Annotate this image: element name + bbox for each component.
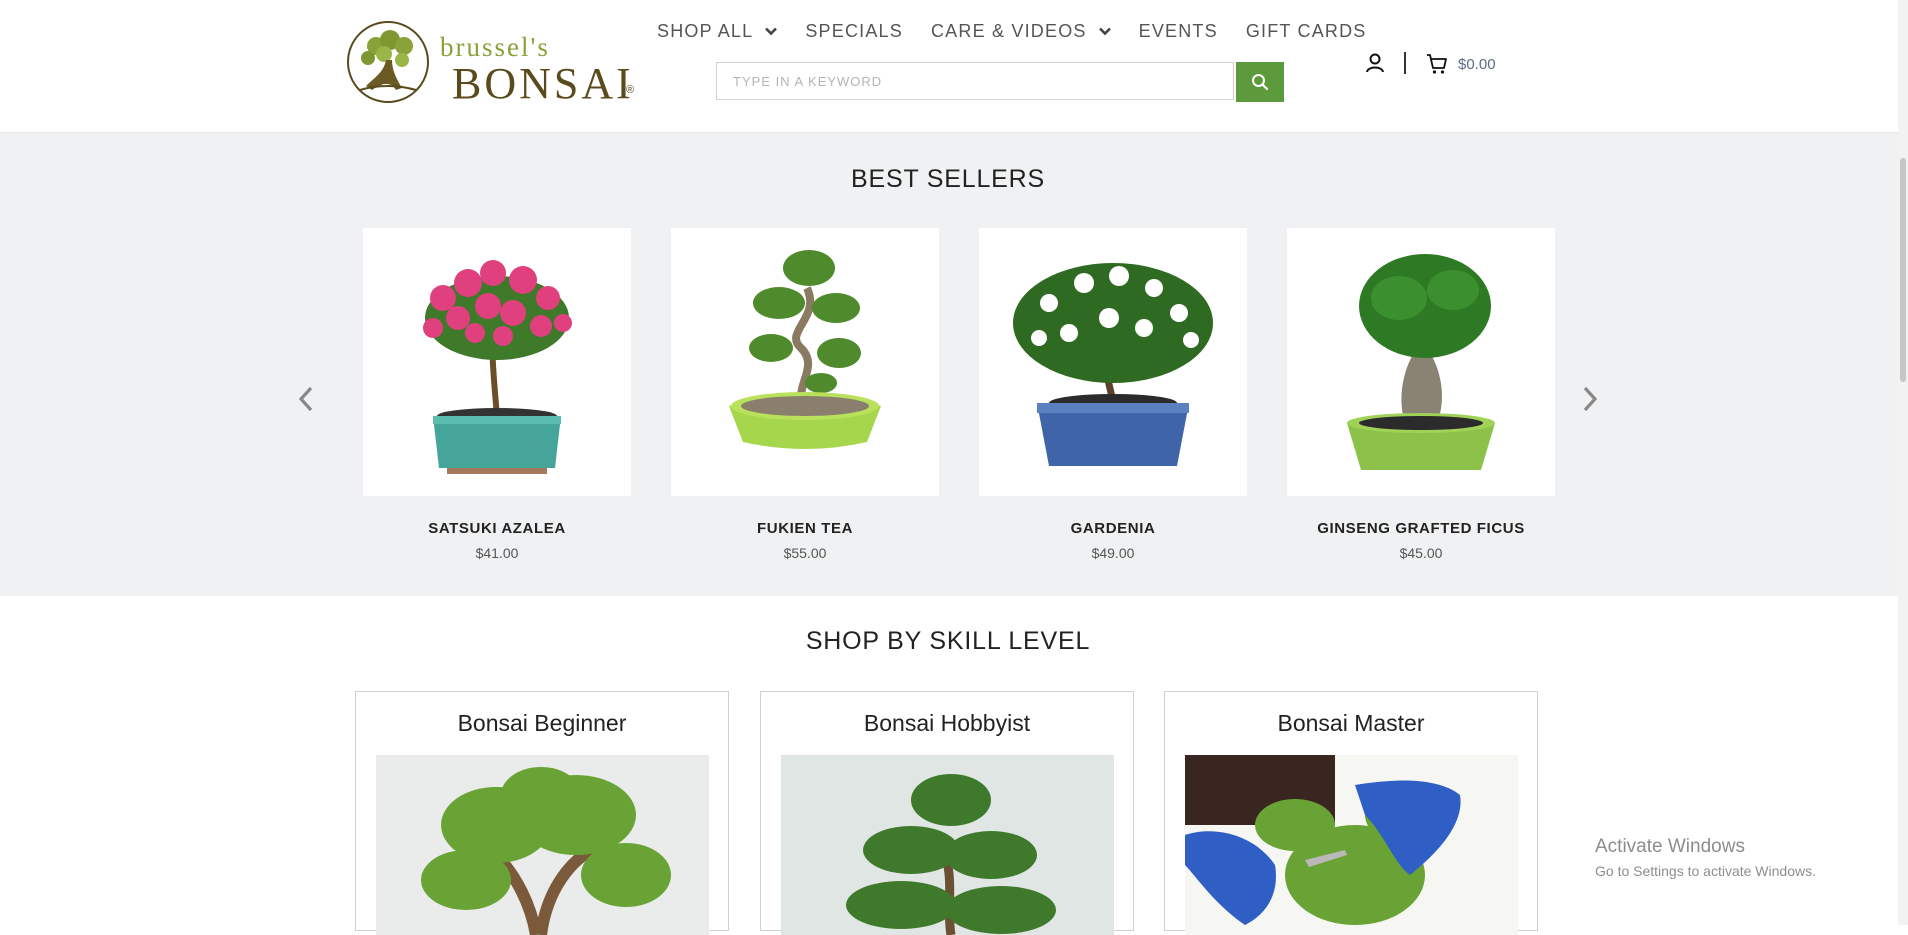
product-name[interactable]: SATSUKI AZALEA bbox=[363, 520, 631, 537]
site-header: brussel's BONSAI ® SHOP ALL SPECIALS CAR… bbox=[0, 0, 1898, 133]
nav-gift-cards[interactable]: GIFT CARDS bbox=[1246, 21, 1367, 42]
page-scrollbar[interactable] bbox=[1898, 0, 1908, 925]
carousel-prev-button[interactable] bbox=[292, 377, 320, 421]
nav-events-label: EVENTS bbox=[1138, 20, 1218, 41]
skill-card-hobbyist[interactable]: Bonsai Hobbyist bbox=[760, 691, 1134, 935]
product-card[interactable]: GARDENIA $49.00 bbox=[979, 228, 1247, 561]
nav-specials[interactable]: SPECIALS bbox=[805, 21, 903, 42]
product-image-satsuki-azalea[interactable] bbox=[363, 228, 631, 496]
skill-card-beginner[interactable]: Bonsai Beginner bbox=[355, 691, 729, 935]
best-sellers-section: BEST SELLERS SATSUKI AZALEA $41.00 FUKIE… bbox=[0, 133, 1898, 596]
nav-care-videos-label: CARE & VIDEOS bbox=[930, 20, 1087, 41]
watermark-subtitle: Go to Settings to activate Windows. bbox=[1595, 863, 1816, 879]
bonsai-tree-logo-icon bbox=[347, 21, 429, 103]
search-input[interactable] bbox=[716, 62, 1234, 100]
search-button[interactable] bbox=[1236, 62, 1284, 102]
carousel-next-button[interactable] bbox=[1576, 377, 1604, 421]
nav-care-videos[interactable]: CARE & VIDEOS bbox=[931, 21, 1111, 42]
skill-image-beginner[interactable] bbox=[376, 755, 709, 935]
nav-events[interactable]: EVENTS bbox=[1139, 21, 1218, 42]
search-bar bbox=[716, 62, 1285, 102]
product-price: $49.00 bbox=[1091, 545, 1135, 561]
brussels-bonsai-logo[interactable]: brussel's BONSAI ® bbox=[346, 18, 638, 108]
cart-button[interactable]: $0.00 bbox=[1426, 52, 1496, 76]
registered-mark: ® bbox=[626, 84, 635, 96]
skill-image-master[interactable] bbox=[1185, 755, 1518, 935]
best-sellers-title: BEST SELLERS bbox=[851, 165, 1045, 193]
chevron-left-icon bbox=[298, 386, 313, 412]
cart-total: $0.00 bbox=[1458, 55, 1496, 73]
user-icon[interactable] bbox=[1364, 52, 1386, 74]
chevron-down-icon bbox=[1098, 27, 1111, 35]
chevron-right-icon bbox=[1583, 386, 1598, 412]
cart-icon bbox=[1427, 54, 1447, 74]
product-image-ginseng-grafted-ficus[interactable] bbox=[1287, 228, 1555, 496]
scrollbar-thumb[interactable] bbox=[1900, 158, 1906, 382]
main-nav: SHOP ALL SPECIALS CARE & VIDEOS EVENTS G… bbox=[657, 19, 1395, 43]
search-icon bbox=[1252, 74, 1269, 91]
product-card[interactable]: GINSENG GRAFTED FICUS $45.00 bbox=[1287, 228, 1555, 561]
skill-card-title: Bonsai Beginner bbox=[457, 710, 627, 736]
product-price: $55.00 bbox=[783, 545, 827, 561]
logo-text-bonsai: BONSAI bbox=[452, 59, 634, 108]
product-name[interactable]: GARDENIA bbox=[979, 520, 1247, 537]
nav-shop-all-label: SHOP ALL bbox=[657, 20, 754, 41]
product-image-gardenia[interactable] bbox=[979, 228, 1247, 496]
watermark-title: Activate Windows bbox=[1595, 836, 1745, 857]
product-name[interactable]: GINSENG GRAFTED FICUS bbox=[1287, 520, 1555, 537]
product-name[interactable]: FUKIEN TEA bbox=[671, 520, 939, 537]
product-card[interactable]: SATSUKI AZALEA $41.00 bbox=[363, 228, 631, 561]
nav-shop-all[interactable]: SHOP ALL bbox=[657, 20, 778, 42]
skill-level-title: SHOP BY SKILL LEVEL bbox=[805, 627, 1091, 655]
skill-card-title: Bonsai Hobbyist bbox=[863, 710, 1031, 736]
header-divider bbox=[1404, 52, 1406, 74]
product-card[interactable]: FUKIEN TEA $55.00 bbox=[671, 228, 939, 561]
product-price: $41.00 bbox=[475, 545, 519, 561]
product-image-fukien-tea[interactable] bbox=[671, 228, 939, 496]
product-price: $45.00 bbox=[1399, 545, 1443, 561]
chevron-down-icon bbox=[765, 27, 778, 35]
skill-image-hobbyist[interactable] bbox=[781, 755, 1114, 935]
windows-activation-watermark: Activate Windows Go to Settings to activ… bbox=[1595, 836, 1816, 879]
skill-card-title: Bonsai Master bbox=[1277, 710, 1425, 736]
nav-specials-label: SPECIALS bbox=[805, 20, 903, 41]
skill-card-master[interactable]: Bonsai Master bbox=[1164, 691, 1538, 935]
nav-gift-cards-label: GIFT CARDS bbox=[1245, 20, 1367, 41]
